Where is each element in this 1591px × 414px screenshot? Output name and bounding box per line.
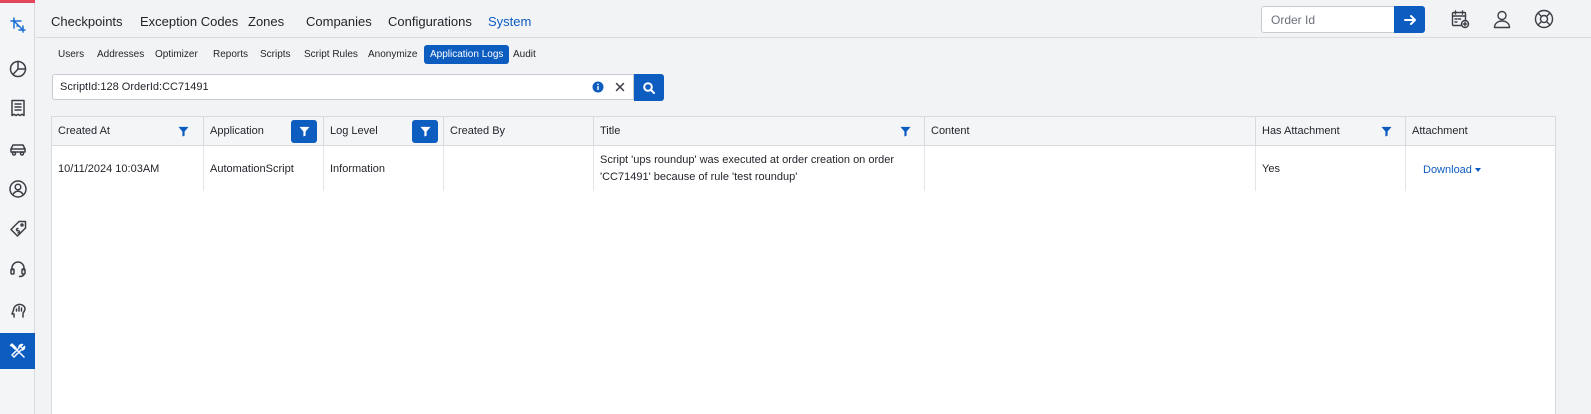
order-id-input[interactable] bbox=[1261, 6, 1394, 33]
logo-icon[interactable] bbox=[0, 7, 35, 43]
tab-system[interactable]: System bbox=[488, 0, 531, 38]
subtab-script-rules[interactable]: Script Rules bbox=[298, 45, 364, 64]
sidebar bbox=[0, 0, 35, 414]
column-label: Log Level bbox=[330, 125, 378, 137]
column-label: Title bbox=[600, 125, 621, 137]
subtab-application-logs[interactable]: Application Logs bbox=[424, 45, 510, 64]
column-header-has-attachment[interactable]: Has Attachment bbox=[1256, 117, 1406, 146]
download-dropdown[interactable]: Download bbox=[1423, 164, 1481, 176]
search-icon bbox=[643, 81, 655, 94]
table-row[interactable]: 10/11/2024 10:03AM AutomationScript Info… bbox=[52, 146, 1555, 191]
brand-stripe bbox=[0, 0, 35, 3]
pricing-icon[interactable] bbox=[0, 211, 35, 247]
column-header-attachment[interactable]: Attachment bbox=[1406, 117, 1557, 146]
account-icon[interactable] bbox=[1491, 8, 1513, 30]
subtab-anonymize[interactable]: Anonymize bbox=[362, 45, 423, 64]
logs-table: Created At Application Log Level Created… bbox=[51, 116, 1556, 414]
log-search-box bbox=[52, 74, 634, 100]
column-header-log-level[interactable]: Log Level bbox=[324, 117, 444, 146]
tools-icon[interactable] bbox=[0, 333, 35, 369]
filter-icon[interactable] bbox=[412, 120, 438, 143]
column-label: Created At bbox=[58, 125, 110, 137]
cell-content bbox=[925, 146, 1256, 191]
clear-icon[interactable] bbox=[614, 81, 626, 93]
subtab-audit[interactable]: Audit bbox=[507, 45, 542, 64]
tab-companies[interactable]: Companies bbox=[306, 0, 372, 38]
column-label: Content bbox=[931, 125, 970, 137]
column-label: Has Attachment bbox=[1262, 125, 1340, 137]
info-icon[interactable] bbox=[592, 81, 604, 93]
cell-title: Script 'ups roundup' was executed at ord… bbox=[594, 146, 925, 191]
tab-configurations[interactable]: Configurations bbox=[388, 0, 472, 38]
subtab-addresses[interactable]: Addresses bbox=[91, 45, 150, 64]
column-header-title[interactable]: Title bbox=[594, 117, 925, 146]
column-header-content[interactable]: Content bbox=[925, 117, 1256, 146]
calendar-add-icon[interactable] bbox=[1449, 8, 1471, 30]
subtab-optimizer[interactable]: Optimizer bbox=[149, 45, 204, 64]
analytics-icon[interactable] bbox=[0, 292, 35, 328]
column-label: Attachment bbox=[1412, 125, 1468, 137]
subtab-users[interactable]: Users bbox=[52, 45, 90, 64]
caret-down-icon bbox=[1474, 168, 1481, 172]
filter-icon[interactable] bbox=[892, 120, 918, 143]
log-search-input[interactable] bbox=[60, 77, 580, 97]
user-icon[interactable] bbox=[0, 171, 35, 207]
column-header-created-at[interactable]: Created At bbox=[52, 117, 204, 146]
cell-created-by bbox=[444, 146, 594, 191]
column-header-application[interactable]: Application bbox=[204, 117, 324, 146]
orders-icon[interactable] bbox=[0, 90, 35, 126]
tab-exception-codes[interactable]: Exception Codes bbox=[140, 0, 238, 38]
cell-application: AutomationScript bbox=[204, 146, 324, 191]
cell-log-level: Information bbox=[324, 146, 444, 191]
help-lifebuoy-icon[interactable] bbox=[1533, 8, 1555, 30]
cell-created-at: 10/11/2024 10:03AM bbox=[52, 146, 204, 191]
order-go-button[interactable] bbox=[1394, 6, 1425, 33]
cell-has-attachment: Yes bbox=[1256, 146, 1406, 191]
support-icon[interactable] bbox=[0, 251, 35, 287]
subtab-scripts[interactable]: Scripts bbox=[254, 45, 297, 64]
filter-icon[interactable] bbox=[1373, 120, 1399, 143]
filter-icon[interactable] bbox=[291, 120, 317, 143]
cell-attachment: Download bbox=[1406, 146, 1557, 191]
dashboard-icon[interactable] bbox=[0, 51, 35, 87]
column-label: Application bbox=[210, 125, 264, 137]
vehicle-icon[interactable] bbox=[0, 131, 35, 167]
arrow-right-icon bbox=[1403, 14, 1416, 25]
table-header: Created At Application Log Level Created… bbox=[52, 117, 1555, 146]
column-header-created-by[interactable]: Created By bbox=[444, 117, 594, 146]
download-label: Download bbox=[1423, 163, 1472, 176]
tab-zones[interactable]: Zones bbox=[248, 0, 284, 38]
column-label: Created By bbox=[450, 125, 506, 137]
search-button[interactable] bbox=[634, 74, 664, 101]
filter-icon[interactable] bbox=[170, 120, 196, 143]
tab-checkpoints[interactable]: Checkpoints bbox=[51, 0, 123, 38]
subtab-reports[interactable]: Reports bbox=[207, 45, 254, 64]
